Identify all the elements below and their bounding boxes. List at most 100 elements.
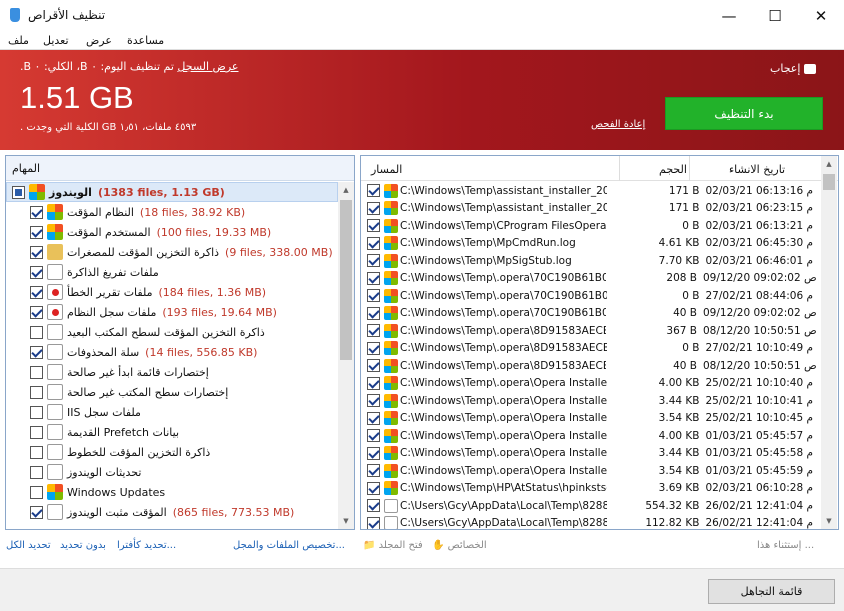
task-checkbox[interactable] [30,205,43,219]
ignore-list-button[interactable]: قائمة التجاهل [708,579,835,604]
file-row[interactable]: C:\Users\Gcy\AppData\Local\Temp\82887...… [361,497,821,515]
task-checkbox[interactable] [30,285,43,299]
menu-edit[interactable]: تعديل [43,34,69,47]
task-checkbox[interactable] [30,225,43,239]
file-checkbox[interactable] [367,429,380,443]
file-checkbox[interactable] [367,446,380,460]
col-date-header[interactable]: تاريخ الانشاء [729,163,785,176]
file-checkbox[interactable] [367,254,380,268]
menu-file[interactable]: ملف [8,34,29,47]
file-checkbox[interactable] [367,201,380,215]
file-row[interactable]: C:\Users\Gcy\AppData\Local\Temp\82887...… [361,515,821,529]
scroll-up-arrow[interactable]: ▲ [338,182,354,198]
task-row[interactable]: ملفات تفريغ الذاكرة [6,262,338,282]
task-row[interactable]: ملفات سجل IIS [6,402,338,422]
file-row[interactable]: C:\Windows\Temp\MpSigStub.log 7.70 KB 02/0… [361,252,821,270]
scroll-down-arrow[interactable]: ▼ [338,513,354,529]
file-checkbox[interactable] [367,324,380,338]
scroll-thumb[interactable] [823,174,835,190]
task-checkbox[interactable] [30,365,43,379]
file-row[interactable]: C:\Windows\Temp\.opera\Opera Installer\.… [361,375,821,393]
like-button[interactable]: إعجاب [770,62,817,75]
file-checkbox[interactable] [367,516,380,529]
task-row[interactable]: النظام المؤقت (18 files, 38.92 KB) [6,202,338,222]
task-checkbox[interactable] [30,485,43,499]
task-row[interactable]: بيانات Prefetch القديمة [6,422,338,442]
file-row[interactable]: C:\Windows\Temp\HP\AtStatus\hpinkstsd...… [361,480,821,498]
scroll-up-arrow[interactable]: ▲ [821,156,837,172]
task-row[interactable]: ذاكرة التخزين المؤقت لسطح المكتب البعيد [6,322,338,342]
file-row[interactable]: C:\Windows\Temp\.opera\Opera Installer\.… [361,392,821,410]
file-checkbox[interactable] [367,341,380,355]
file-row[interactable]: C:\Windows\Temp\.opera\8D91583AECBF... 0 … [361,340,821,358]
file-row[interactable]: C:\Windows\Temp\.opera\Opera Installer\.… [361,445,821,463]
task-row[interactable]: ملفات سجل النظام (193 files, 19.64 MB) [6,302,338,322]
task-row[interactable]: إختصارات قائمة ابدأ غير صالحة [6,362,338,382]
task-row[interactable]: ذاكرة التخزين المؤقت للمصغرات (9 files, 3… [6,242,338,262]
file-row[interactable]: C:\Windows\Temp\.opera\Opera Installer\.… [361,427,821,445]
file-checkbox[interactable] [367,481,380,495]
file-row[interactable]: C:\Windows\Temp\.opera\8D91583AECBF... 36… [361,322,821,340]
task-row[interactable]: Windows Updates [6,482,338,502]
task-checkbox[interactable] [30,245,43,259]
close-button[interactable]: ✕ [798,0,844,31]
file-row[interactable]: C:\Windows\Temp\.opera\70C190B61B03\... 0… [361,287,821,305]
task-row[interactable]: ملفات تقرير الخطأ (184 files, 1.36 MB) [6,282,338,302]
file-checkbox[interactable] [367,271,380,285]
task-checkbox[interactable] [30,305,43,319]
task-checkbox[interactable] [30,505,43,519]
file-checkbox[interactable] [367,289,380,303]
task-checkbox[interactable] [30,345,43,359]
menu-help[interactable]: مساعدة [127,34,164,47]
properties-button[interactable]: ✋ الخصائص [432,540,487,551]
task-row[interactable]: ذاكرة التخزين المؤقت للخطوط [6,442,338,462]
file-checkbox[interactable] [367,376,380,390]
file-checkbox[interactable] [367,394,380,408]
col-size-header[interactable]: الحجم [659,163,687,176]
file-checkbox[interactable] [367,306,380,320]
history-link[interactable]: عرض السجل [177,60,238,73]
minimize-button[interactable]: — [706,0,752,31]
select-all-link[interactable]: تحديد الكل [6,540,51,551]
task-checkbox[interactable] [30,265,43,279]
file-checkbox[interactable] [367,499,380,513]
file-row[interactable]: C:\Windows\Temp\assistant_installer_202.… [361,200,821,218]
select-none-link[interactable]: بدون تحديد [60,540,106,551]
file-checkbox[interactable] [367,464,380,478]
menu-view[interactable]: عرض [86,34,112,47]
file-checkbox[interactable] [367,359,380,373]
file-row[interactable]: C:\Windows\Temp\.opera\70C190B61B03\... 4… [361,305,821,323]
file-checkbox[interactable] [367,411,380,425]
task-checkbox[interactable] [12,185,25,199]
task-row[interactable]: المستخدم المؤقت (100 files, 19.33 MB) [6,222,338,242]
file-row[interactable]: C:\Windows\Temp\.opera\70C190B61B03\... 2… [361,270,821,288]
maximize-button[interactable]: ☐ [752,0,798,31]
task-row[interactable]: إختصارات سطح المكتب غير صالحة [6,382,338,402]
task-checkbox[interactable] [30,385,43,399]
exclude-button[interactable]: إستثناء هذا ... [757,540,814,551]
select-custom-link[interactable]: تحديد كأفترا... [117,540,176,551]
task-group-row[interactable]: الويندوز (1383 files, 1.13 GB) [6,182,338,202]
file-row[interactable]: C:\Windows\Temp\MpCmdRun.log 4.61 KB 02/03… [361,235,821,253]
task-checkbox[interactable] [30,405,43,419]
open-folder-button[interactable]: 📁 فتح المجلد [363,540,423,551]
file-row[interactable]: C:\Windows\Temp\assistant_installer_202.… [361,182,821,200]
file-checkbox[interactable] [367,219,380,233]
task-checkbox[interactable] [30,465,43,479]
file-row[interactable]: C:\Windows\Temp\CProgram FilesOpera74...… [361,217,821,235]
task-checkbox[interactable] [30,445,43,459]
task-row[interactable]: المؤقت مثبت الويندوز (865 files, 773.53 M… [6,502,338,522]
task-checkbox[interactable] [30,425,43,439]
rescan-link[interactable]: إعادة الفحص [591,119,645,130]
file-checkbox[interactable] [367,184,380,198]
col-path-header[interactable]: المسار [371,163,402,176]
file-row[interactable]: C:\Windows\Temp\.opera\8D91583AECBF... 40… [361,357,821,375]
task-row[interactable]: تحديثات الويندوز [6,462,338,482]
start-clean-button[interactable]: بدء التنظيف [665,97,823,130]
scroll-thumb[interactable] [340,200,352,360]
task-row[interactable]: سلة المحذوفات (14 files, 556.85 KB) [6,342,338,362]
file-row[interactable]: C:\Windows\Temp\.opera\Opera Installer\.… [361,410,821,428]
file-checkbox[interactable] [367,236,380,250]
scroll-down-arrow[interactable]: ▼ [821,513,837,529]
file-row[interactable]: C:\Windows\Temp\.opera\Opera Installer\.… [361,462,821,480]
